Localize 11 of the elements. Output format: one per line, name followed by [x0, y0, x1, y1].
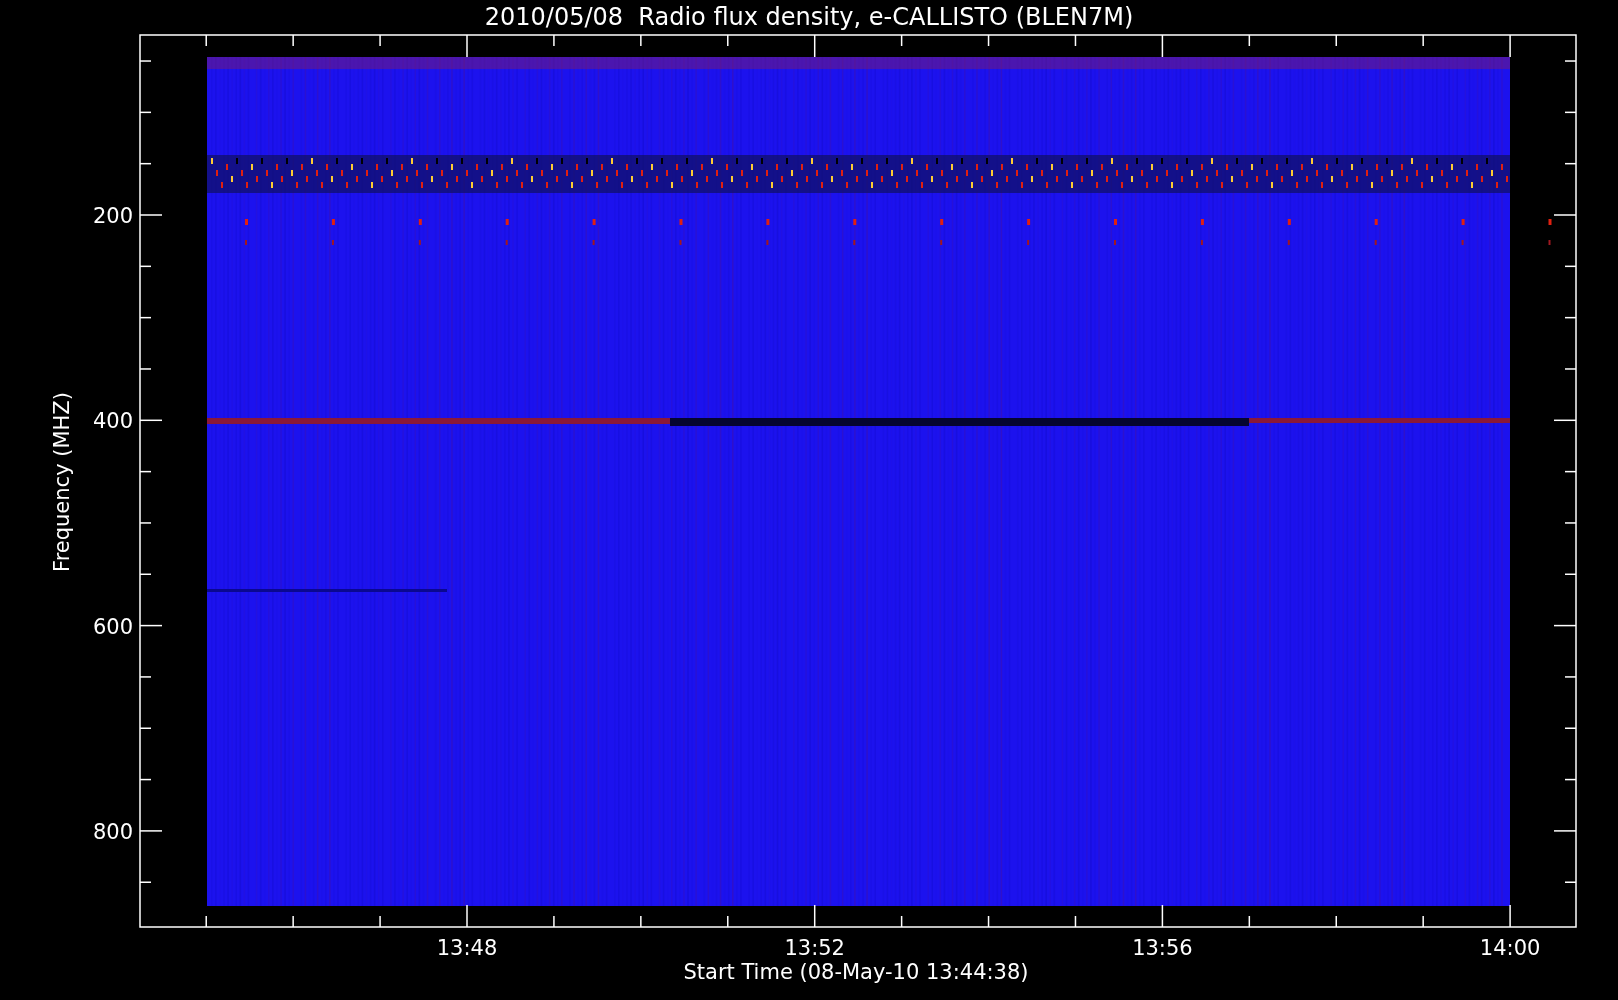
y-axis-label: Frequency (MHZ): [50, 392, 74, 572]
y-tick-label: 800: [92, 819, 133, 844]
y-tick-label: 600: [92, 614, 133, 639]
x-tick-label: 14:00: [1479, 936, 1541, 960]
y-tick-label: 200: [92, 204, 133, 228]
y-tick-label: 400: [92, 409, 133, 434]
x-tick-label: 13:56: [1132, 936, 1193, 960]
chart-title: 2010/05/08 Radio flux density, e-CALLISTO (BLEN7M): [484, 3, 1134, 31]
x-tick-label: 13:52: [784, 936, 845, 960]
x-axis-label: Start Time (08-May-10 13:44:38): [683, 960, 1029, 984]
x-tick-label: 13:48: [436, 936, 498, 960]
